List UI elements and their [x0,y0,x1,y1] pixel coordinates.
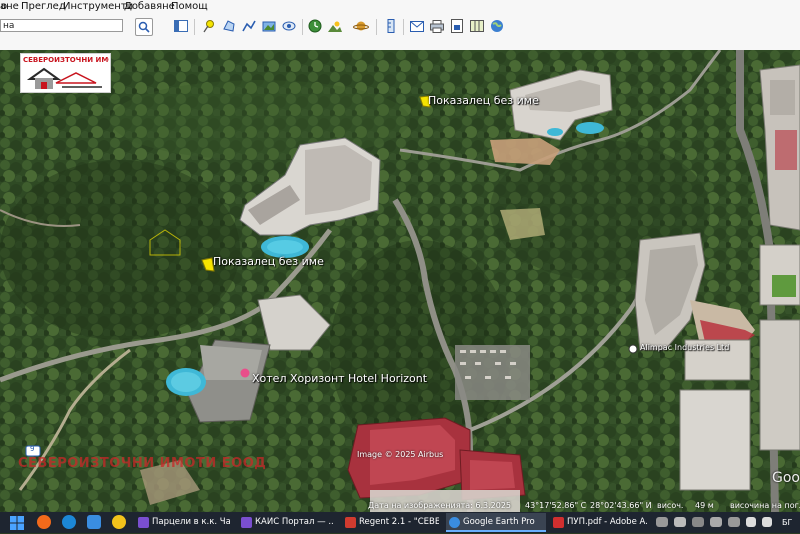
add-placemark-button[interactable] [201,18,217,34]
taskbar-app[interactable]: Парцели в к.к. Чайк... [135,513,230,532]
tray-icon[interactable] [692,517,704,527]
record-tour-button[interactable] [281,18,297,34]
sidebar-icon [174,20,188,32]
sidebar-toggle-button[interactable] [173,18,189,34]
record-tour-icon [282,21,296,31]
elevation-label: височ. [657,501,684,510]
sun-landscape-icon [328,21,342,32]
longitude: 28°02'43.66" И [590,501,652,510]
add-polygon-button[interactable] [221,18,237,34]
tray-icon[interactable] [674,517,686,527]
menu-view[interactable]: Преглед [21,0,66,14]
volume-icon[interactable] [746,517,756,527]
print-button[interactable] [429,18,445,34]
menu-help[interactable]: Помощ [171,0,208,14]
menu-edit[interactable]: ане [0,0,19,14]
status-bar: Дата на изображенията: 6.3.2025 43°17'52… [360,500,800,512]
save-image-button[interactable] [449,18,465,34]
menu-bar: о ане Преглед Инструменти Добавяне Помощ [0,0,800,14]
email-button[interactable] [409,18,425,34]
taskbar-app[interactable]: КАИС Портал — ... [238,513,333,532]
placemark-label[interactable]: Показалец без име [428,94,539,107]
view-in-maps-button[interactable] [469,18,485,34]
watermark-text: СЕВЕРОИЗТОЧНИ ИМОТИ ЕООД [18,456,267,471]
browser-tab-icon [241,517,252,528]
image-overlay-icon [262,21,276,32]
historical-imagery-button[interactable] [307,18,323,34]
path-icon [242,20,256,32]
chrome-icon[interactable] [112,515,126,529]
firefox-icon[interactable] [37,515,51,529]
save-image-icon [451,19,463,33]
taskbar-app-active[interactable]: Google Earth Pro [446,513,546,532]
planet-icon [353,21,369,31]
map-icon [470,20,484,32]
input-language[interactable]: БГ [782,512,792,533]
company-logo: СЕВЕРОИЗТОЧНИ ИМОТИ [20,53,111,93]
tray-icon[interactable] [728,517,740,527]
polygon-icon [223,20,235,32]
google-earth-icon [449,517,460,528]
planets-button[interactable] [353,18,369,34]
tray-icon[interactable] [656,517,668,527]
google-logo: Goo [772,470,800,486]
windows-icon [10,516,24,530]
search-input[interactable]: на [0,19,123,32]
pdf-icon [553,517,564,528]
search-icon [138,21,150,33]
tray-icon[interactable] [710,517,722,527]
clock-globe-icon [308,19,322,33]
hotel-label[interactable]: Хотел Хоризонт Hotel Horizont [252,372,427,385]
house-logo-icon [26,67,102,89]
road-shield: 9 [30,445,35,453]
imagery-date: Дата на изображенията: 6.3.2025 [368,501,511,510]
sunlight-button[interactable] [327,18,343,34]
start-button[interactable] [10,515,24,530]
taskbar: Парцели в к.к. Чайк... КАИС Портал — ...… [0,512,800,533]
satellite-imagery [0,50,800,512]
eye-altitude: височина на погл [730,501,800,510]
printer-icon [430,19,444,33]
envelope-icon [410,20,424,32]
ruler-button[interactable] [383,18,399,34]
search-button[interactable] [135,18,153,36]
menu-tools[interactable]: Инструменти [63,0,133,14]
edge-icon[interactable] [62,515,76,529]
browser-tab-icon [138,517,149,528]
menu-add[interactable]: Добавяне [124,0,175,14]
globe-icon [491,20,503,32]
network-icon[interactable] [762,517,772,527]
map-view[interactable]: СЕВЕРОИЗТОЧНИ ИМОТИ Показалец без име По… [0,50,800,512]
add-path-button[interactable] [241,18,257,34]
pushpin-icon [203,20,214,33]
poi-label[interactable]: Alimpac Industries Ltd [640,343,729,352]
image-credit: Image © 2025 Airbus [357,450,444,459]
add-overlay-button[interactable] [261,18,277,34]
placemark-label[interactable]: Показалец без име [213,255,324,268]
ruler-icon [387,19,395,33]
taskbar-app[interactable]: ПУП.pdf - Adobe A... [550,513,648,532]
taskbar-app[interactable]: Regent 2.1 - "СЕВЕ... [342,513,439,532]
earth-view-button[interactable] [489,18,505,34]
elevation-value: 49 м [695,501,714,510]
regent-icon [345,517,356,528]
latitude: 43°17'52.86" С [525,501,587,510]
app-icon[interactable] [87,515,101,529]
